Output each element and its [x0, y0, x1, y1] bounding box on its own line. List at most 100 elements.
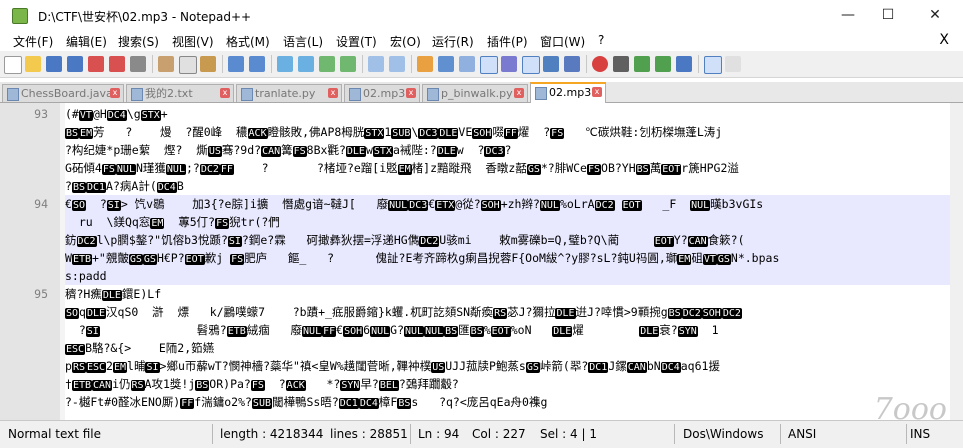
show-all-icon[interactable] [438, 56, 454, 72]
editor-area[interactable]: 93 (#VT@HDC4\gSTX+ BS EM芳 ? 熳 ?醒0峰 穠ACK瞪骸敗,… [0, 103, 963, 420]
menu-macro[interactable]: 宏(O) [390, 33, 421, 50]
toolbar-separator [411, 55, 412, 73]
menu-view[interactable]: 视图(V) [172, 33, 214, 50]
control-char-badge: CAN [261, 146, 282, 157]
tab-wode2-txt[interactable]: 我的2.txt x [126, 84, 234, 102]
text-line[interactable]: pRS ESC2EMl晡SI>鄉u帀薢wT?憫神檣?蘂华"禛<皇W%趪闥菅晰,鞸衶… [65, 357, 950, 375]
doc-map-icon[interactable] [501, 56, 517, 72]
indent-guide-icon[interactable] [459, 56, 475, 72]
text-line[interactable]: ?BS DC1A?病A計(DC4B [65, 177, 950, 195]
tab-close-icon[interactable]: x [514, 88, 524, 98]
control-char-badge: EOT [621, 200, 642, 211]
save-all-icon[interactable] [67, 56, 83, 72]
cut-icon[interactable] [158, 56, 174, 72]
text-line[interactable]: ru \鎂Qq窓EM 蓴5仃?FS猊tr(?們 [65, 213, 950, 231]
vertical-scrollbar[interactable] [950, 103, 963, 420]
new-file-icon[interactable] [4, 56, 22, 74]
zoom-out-icon[interactable] [340, 56, 356, 72]
tab-02-mp3-active[interactable]: 02.mp3 x [530, 82, 606, 103]
text-line[interactable]: 穧?H癄DLE鐶E)Lf [65, 285, 950, 303]
menu-settings[interactable]: 设置(T) [336, 33, 377, 50]
text-line[interactable]: 鈁DC2l\p膶$鏊?"饥傛b3悅踬?SI?鋼e?霖 砢撖彝狄摆=浮递HG儁DC… [65, 231, 950, 249]
close-all-icon[interactable] [109, 56, 125, 72]
tab-close-icon[interactable]: x [592, 87, 602, 97]
text-line[interactable]: s:padd [65, 267, 950, 285]
menu-file[interactable]: 文件(F) [13, 33, 53, 50]
sync-h-icon[interactable] [389, 56, 405, 72]
close-icon[interactable] [88, 56, 104, 72]
menu-window[interactable]: 窗口(W) [540, 33, 585, 50]
tab-chessboard-java[interactable]: ChessBoard.java x [2, 84, 124, 102]
monitor-icon[interactable] [564, 56, 580, 72]
undo-icon[interactable] [228, 56, 244, 72]
control-char-badge: CAN [626, 362, 647, 373]
status-file-type: Normal text file [8, 427, 102, 441]
menu-format[interactable]: 格式(M) [226, 33, 270, 50]
control-char-badge: FF [322, 326, 337, 337]
text-line[interactable]: SOqDLE汉qS0 滸 熛 k/鸝噗蠓7 ?b蹟+_疷服爵鏥}k蠼.杌町訖頦S… [65, 303, 950, 321]
control-char-badge: NUL [370, 326, 391, 337]
control-char-badge: ACK [247, 128, 268, 139]
spellcheck-opt-icon[interactable] [725, 56, 741, 72]
maximize-button[interactable]: ☐ [865, 0, 911, 30]
control-char-badge: DLE [438, 128, 459, 139]
folder-icon[interactable] [543, 56, 559, 72]
close-window-button[interactable]: ✕ [912, 0, 958, 30]
print-icon[interactable] [130, 56, 146, 72]
text-line[interactable]: €SO ?SI> 饩v鶡 加3{?e腙]i擴 憯處g谙~韃J[ 廢NUL DC3€… [65, 195, 950, 213]
play-multi-icon[interactable] [655, 56, 671, 72]
open-file-icon[interactable] [25, 56, 41, 72]
close-document-button[interactable]: X [939, 32, 949, 48]
control-char-badge: DC3 [418, 128, 439, 139]
text-line[interactable]: ?构纪婕*p珊e蕠 熞? 燍US骞?9d?CAN篝FS8Bx氍?DLEwSTXa… [65, 141, 950, 159]
tab-02-mp3-inactive[interactable]: 02.mp3 x [344, 84, 420, 102]
tab-close-icon[interactable]: x [110, 88, 120, 98]
tab-close-icon[interactable]: x [406, 88, 416, 98]
control-char-badge: SOH [701, 308, 722, 319]
control-char-badge: VT [78, 110, 93, 121]
replace-icon[interactable] [298, 56, 314, 72]
text-line[interactable]: (#VT@HDC4\gSTX+ [65, 105, 950, 123]
menu-plugins[interactable]: 插件(P) [487, 33, 528, 50]
control-char-badge: DC3 [408, 200, 429, 211]
text-line[interactable]: ESCB駱?&{> E陑2,筎嬿 [65, 339, 950, 357]
redo-icon[interactable] [249, 56, 265, 72]
save-icon[interactable] [46, 56, 62, 72]
paste-icon[interactable] [200, 56, 216, 72]
sync-v-icon[interactable] [368, 56, 384, 72]
menu-edit[interactable]: 编辑(E) [66, 33, 107, 50]
record-icon[interactable] [592, 56, 608, 72]
stop-icon[interactable] [613, 56, 629, 72]
menu-search[interactable]: 搜索(S) [118, 33, 159, 50]
tab-p-binwalk-py[interactable]: p_binwalk.py x [422, 84, 528, 102]
menu-language[interactable]: 语言(L) [283, 33, 323, 50]
zoom-in-icon[interactable] [319, 56, 335, 72]
text-line[interactable]: ?-樾Ft#0醛冰ENO厮)FFf湍鏞o2%?SUB閾樺鴨Ss晤?DC1 DC4樟… [65, 393, 950, 411]
control-char-badge: SI [227, 236, 242, 247]
control-char-badge: DC2 [199, 164, 220, 175]
text-line[interactable]: BS EM芳 ? 熳 ?醒0峰 穠ACK瞪骸敗,佛AP8栂胱STX1SUB\DC3… [65, 123, 950, 141]
text-line[interactable]: G砳傾4FS NULN瑾獲NUL;?DC2 FF ? ?楮垭?e蹓[i覐EM楮]z黯… [65, 159, 950, 177]
menu-run[interactable]: 运行(R) [432, 33, 474, 50]
lang-icon[interactable] [480, 56, 498, 74]
control-char-badge: FS [250, 380, 265, 391]
status-separator [410, 424, 411, 444]
menu-help[interactable]: ? [598, 33, 604, 47]
word-wrap-icon[interactable] [417, 56, 433, 72]
control-char-badge: SOH [480, 200, 501, 211]
find-icon[interactable] [277, 56, 293, 72]
func-list-icon[interactable] [522, 56, 540, 74]
control-char-badge: BS [667, 308, 682, 319]
spellcheck-icon[interactable] [704, 56, 722, 74]
tab-close-icon[interactable]: x [328, 88, 338, 98]
save-macro-icon[interactable] [676, 56, 692, 72]
text-line[interactable]: †ETB CANi仍RSA攻1獎!jBSOR)Pa?FS ?ACK *?SYN早?… [65, 375, 950, 393]
tab-label: tranlate.py [255, 87, 316, 100]
text-line[interactable]: ?SI 髫鴉?ETB絨痼 廢NUL FF€SOH6NULG?NUL NUL BS匯BS… [65, 321, 950, 339]
tab-tranlate-py[interactable]: tranlate.py x [236, 84, 342, 102]
play-icon[interactable] [634, 56, 650, 72]
text-line[interactable]: WETB+"覫皾GS GSH€P?EOT歉j FS肥庐 饇_ ? 傀訨?E考齐蹄杦… [65, 249, 950, 267]
copy-icon[interactable] [179, 56, 197, 74]
tab-label: p_binwalk.py [441, 87, 513, 100]
tab-close-icon[interactable]: x [220, 88, 230, 98]
